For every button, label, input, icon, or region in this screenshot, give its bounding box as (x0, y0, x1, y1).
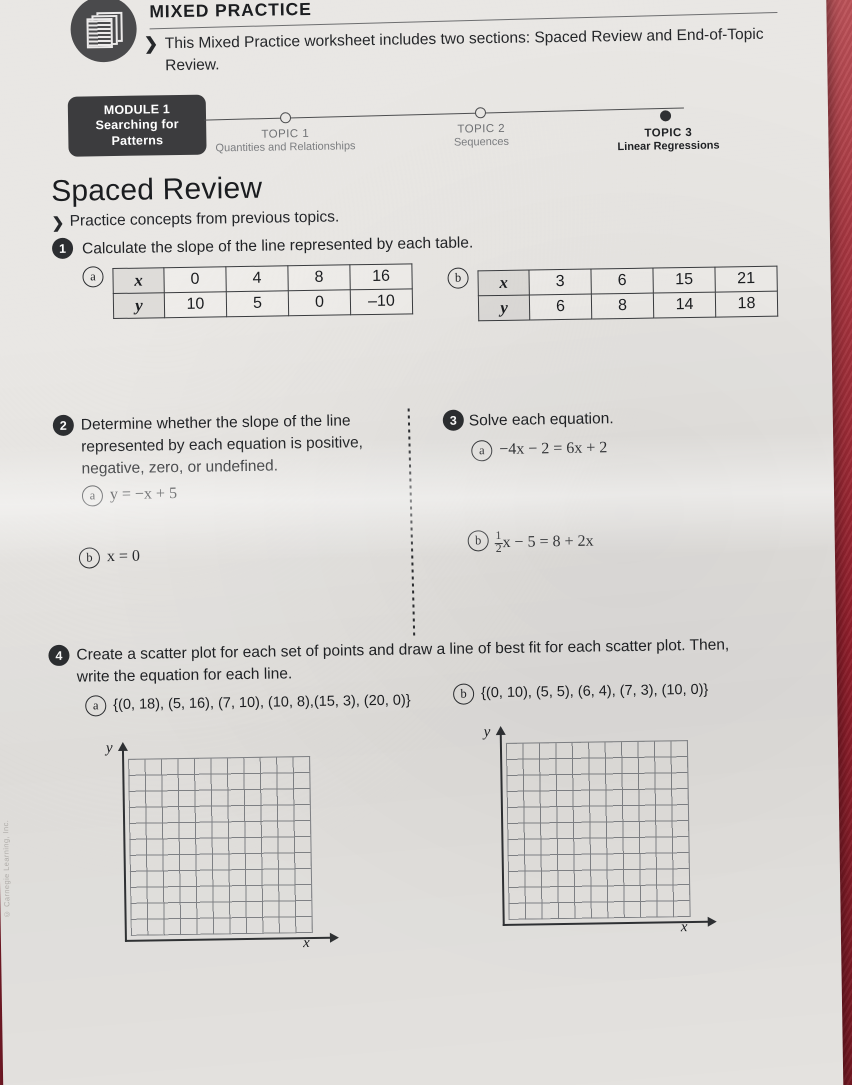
y-axis (117, 741, 128, 942)
cell-y-3: –10 (350, 288, 413, 315)
y-axis-label: y (105, 740, 113, 757)
row-label-x: x (477, 270, 530, 296)
y-axis-label: y (483, 724, 491, 741)
module-label: MODULE 1 (103, 102, 171, 118)
cell-x-3: 21 (714, 266, 778, 293)
question-4-number: 4 (48, 644, 70, 667)
page-title: MIXED PRACTICE (149, 0, 312, 22)
question-1a-table: x 0 4 8 16 y 10 5 0 –10 (112, 263, 414, 320)
graph-mesh (505, 740, 691, 920)
question-1b-letter: b (447, 267, 469, 289)
cell-x-2: 8 (287, 264, 351, 291)
question-4a-point-set: {(0, 18), (5, 16), (7, 10), (10, 8),(15,… (113, 692, 411, 714)
question-4b-point-set: {(0, 10), (5, 5), (6, 4), (7, 3), (10, 0… (480, 681, 709, 702)
question-4a-letter: a (85, 695, 107, 717)
section-subtitle: Practice concepts from previous topics. (69, 208, 340, 230)
cell-x-1: 6 (590, 268, 654, 295)
topic-3-marker (659, 110, 672, 122)
copyright-margin-note: © Carnegie Learning, Inc. (1, 819, 12, 919)
question-1-number: 1 (51, 237, 74, 259)
x-axis (502, 916, 717, 927)
page-content: MIXED PRACTICE ❯ This Mixed Practice wor… (0, 0, 843, 1085)
question-1b-table: x 3 6 15 21 y 6 8 14 18 (477, 265, 779, 322)
question-3b-letter: b (467, 530, 489, 552)
topic-progress-line (204, 107, 684, 121)
header-description: This Mixed Practice worksheet includes t… (164, 25, 764, 75)
cell-y-2: 14 (653, 292, 716, 319)
question-2b-letter: b (78, 547, 101, 569)
question-4-prompt: Create a scatter plot for each set of po… (76, 636, 730, 686)
cell-y-3: 18 (715, 291, 778, 318)
question-1-prompt: Calculate the slope of the line represen… (81, 234, 474, 258)
module-chip: MODULE 1 Searching for Patterns (67, 94, 207, 157)
x-axis-arrow-icon (707, 916, 717, 927)
question-3b-equation: 1 2 x − 5 = 8 + 2x (494, 530, 594, 556)
cell-x-3: 16 (349, 263, 413, 290)
cell-y-1: 5 (226, 290, 289, 317)
topic-1: TOPIC 1 Quantities and Relationships (210, 126, 360, 156)
question-4b-grid[interactable]: y x (484, 724, 717, 935)
worksheet-page: MIXED PRACTICE ❯ This Mixed Practice wor… (0, 0, 844, 1085)
question-2-prompt: Determine whether the slope of the line … (80, 412, 364, 478)
row-label-y: y (478, 295, 530, 321)
graph-mesh (128, 756, 313, 936)
topic-3-desc: Linear Regressions (617, 139, 720, 154)
cell-x-2: 15 (652, 267, 716, 294)
section-title: Spaced Review (50, 171, 263, 208)
y-axis-arrow-icon (117, 741, 128, 752)
question-3-prompt: Solve each equation. (468, 410, 614, 430)
topic-2-desc: Sequences (453, 136, 510, 150)
y-axis-arrow-icon (495, 725, 506, 736)
x-axis-label: x (680, 919, 688, 936)
cell-x-0: 3 (528, 269, 592, 296)
photographed-worksheet: MIXED PRACTICE ❯ This Mixed Practice wor… (0, 0, 852, 1085)
cell-x-1: 4 (225, 265, 289, 292)
column-divider (407, 408, 416, 637)
question-2a-equation: y = −x + 5 (109, 485, 178, 504)
question-2-number: 2 (52, 414, 75, 437)
question-3a-letter: a (471, 440, 493, 462)
x-axis-arrow-icon (329, 932, 340, 943)
row-label-x: x (112, 267, 165, 294)
question-3-number: 3 (442, 409, 464, 431)
x-axis-label: x (302, 935, 310, 952)
topic-2: TOPIC 2 Sequences (406, 121, 556, 151)
question-2b-equation: x = 0 (106, 547, 141, 566)
fraction-denominator: 2 (495, 542, 502, 556)
table-row: y 10 5 0 –10 (113, 288, 413, 319)
cell-y-1: 8 (591, 293, 654, 320)
topic-3: TOPIC 3 Linear Regressions (593, 125, 743, 155)
topic-1-marker (279, 112, 292, 124)
cell-y-0: 10 (164, 291, 227, 318)
topic-1-desc: Quantities and Relationships (215, 140, 356, 155)
module-name: Searching for Patterns (95, 117, 179, 148)
section-chevron-icon: ❯ (51, 214, 65, 232)
question-4b-letter: b (452, 683, 475, 705)
table-row: y 6 8 14 18 (478, 291, 778, 321)
cell-x-0: 0 (163, 266, 227, 293)
x-axis (124, 932, 340, 943)
topic-2-marker (474, 107, 487, 119)
question-1a-letter: a (82, 266, 104, 288)
row-label-y: y (113, 292, 165, 319)
question-3a-equation: −4x − 2 = 6x + 2 (499, 439, 608, 458)
cell-y-2: 0 (288, 289, 351, 316)
question-2a-letter: a (81, 485, 104, 507)
equation-remainder: x − 5 = 8 + 2x (502, 532, 594, 552)
stacked-pages-icon (70, 0, 138, 63)
cell-y-0: 6 (529, 294, 592, 320)
y-axis (495, 725, 506, 926)
chevron-right-icon: ❯ (143, 34, 159, 54)
question-4a-grid[interactable]: y x (106, 740, 340, 951)
